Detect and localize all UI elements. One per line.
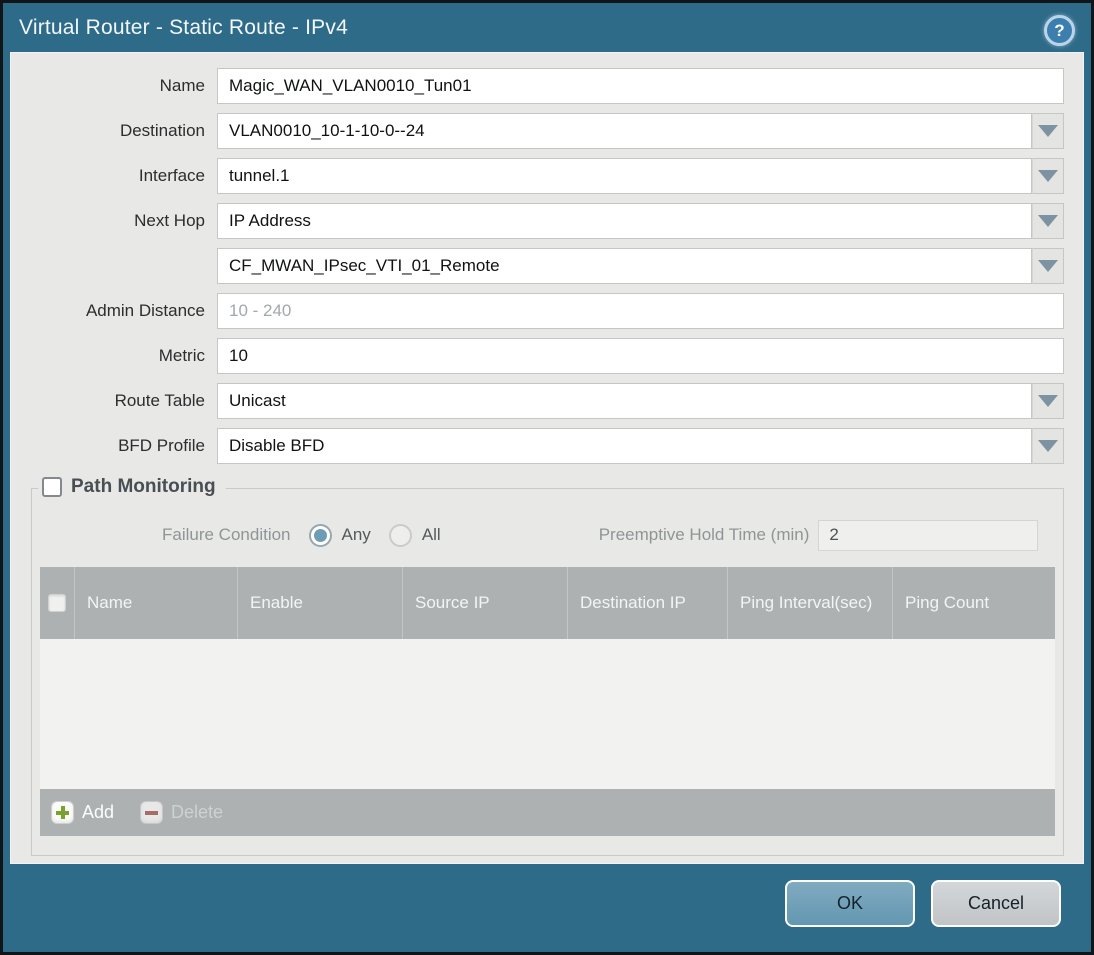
chevron-down-icon bbox=[1038, 260, 1058, 272]
name-input[interactable] bbox=[217, 68, 1064, 104]
interface-field bbox=[217, 158, 1064, 194]
bfd-profile-dropdown-button[interactable] bbox=[1032, 428, 1064, 464]
column-header-ping-interval[interactable]: Ping Interval(sec) bbox=[727, 567, 892, 639]
path-monitoring-title: Path Monitoring bbox=[71, 476, 216, 497]
table-body-empty bbox=[40, 639, 1055, 789]
admin-distance-label: Admin Distance bbox=[85, 301, 205, 320]
dialog-frame: Virtual Router - Static Route - IPv4 ? N… bbox=[3, 3, 1091, 952]
failure-condition-row: Failure Condition Any All Preemptive Hol… bbox=[40, 519, 1055, 551]
preemptive-hold-time-input[interactable] bbox=[818, 519, 1039, 551]
add-button[interactable]: Add bbox=[51, 801, 114, 824]
form-row-next-hop: Next Hop bbox=[11, 203, 1064, 239]
plus-icon bbox=[51, 801, 74, 824]
chevron-down-icon bbox=[1038, 125, 1058, 137]
delete-button[interactable]: Delete bbox=[140, 801, 223, 824]
metric-label: Metric bbox=[158, 346, 205, 365]
destination-dropdown-button[interactable] bbox=[1032, 113, 1064, 149]
titlebar: Virtual Router - Static Route - IPv4 ? bbox=[3, 3, 1091, 52]
route-table-label: Route Table bbox=[114, 391, 205, 410]
name-field bbox=[217, 68, 1064, 104]
form-row-interface: Interface bbox=[11, 158, 1064, 194]
dialog-window: Virtual Router - Static Route - IPv4 ? N… bbox=[0, 0, 1094, 955]
failure-condition-all-radio[interactable] bbox=[388, 523, 412, 547]
path-monitoring-legend: Path Monitoring bbox=[38, 476, 226, 498]
add-button-label: Add bbox=[82, 802, 115, 822]
form-row-metric: Metric bbox=[11, 338, 1064, 374]
bfd-profile-field bbox=[217, 428, 1064, 464]
chevron-down-icon bbox=[1038, 395, 1058, 407]
dialog-title: Virtual Router - Static Route - IPv4 bbox=[19, 15, 348, 39]
next-hop-address-field bbox=[217, 248, 1064, 284]
name-label: Name bbox=[159, 76, 205, 95]
column-header-ping-count[interactable]: Ping Count bbox=[892, 567, 1055, 639]
column-header-name[interactable]: Name bbox=[74, 567, 237, 639]
help-icon[interactable]: ? bbox=[1044, 15, 1075, 46]
cancel-button[interactable]: Cancel bbox=[931, 880, 1061, 927]
form-row-name: Name bbox=[11, 68, 1064, 104]
metric-input[interactable] bbox=[217, 338, 1064, 374]
delete-button-label: Delete bbox=[171, 802, 224, 822]
interface-label: Interface bbox=[138, 166, 205, 185]
table-toolbar: Add Delete bbox=[40, 789, 1055, 836]
ok-button[interactable]: OK bbox=[785, 880, 915, 927]
route-table-input[interactable] bbox=[217, 383, 1032, 419]
failure-condition-label: Failure Condition bbox=[162, 525, 291, 544]
preemptive-hold-time-label: Preemptive Hold Time (min) bbox=[598, 525, 810, 544]
metric-field bbox=[217, 338, 1064, 374]
next-hop-dropdown-button[interactable] bbox=[1032, 203, 1064, 239]
select-all-cell bbox=[40, 567, 74, 639]
form-row-destination: Destination bbox=[11, 113, 1064, 149]
select-all-checkbox[interactable] bbox=[48, 594, 66, 612]
path-monitoring-checkbox[interactable] bbox=[42, 477, 62, 497]
path-monitoring-table: Name Enable Source IP Destination IP Pin… bbox=[40, 567, 1055, 836]
next-hop-field bbox=[217, 203, 1064, 239]
form-row-route-table: Route Table bbox=[11, 383, 1064, 419]
form-row-admin-distance: Admin Distance bbox=[11, 293, 1064, 329]
chevron-down-icon bbox=[1038, 215, 1058, 227]
route-table-field bbox=[217, 383, 1064, 419]
column-header-source-ip[interactable]: Source IP bbox=[402, 567, 567, 639]
destination-field bbox=[217, 113, 1064, 149]
interface-dropdown-button[interactable] bbox=[1032, 158, 1064, 194]
admin-distance-field bbox=[217, 293, 1064, 329]
interface-input[interactable] bbox=[217, 158, 1032, 194]
column-header-destination-ip[interactable]: Destination IP bbox=[567, 567, 727, 639]
route-table-dropdown-button[interactable] bbox=[1032, 383, 1064, 419]
any-radio-label: Any bbox=[341, 525, 371, 544]
failure-condition-any-radio[interactable] bbox=[308, 523, 332, 547]
table-header-row: Name Enable Source IP Destination IP Pin… bbox=[40, 567, 1055, 639]
next-hop-label: Next Hop bbox=[134, 211, 205, 230]
content-panel: Name Destination Interface bbox=[10, 52, 1084, 864]
destination-label: Destination bbox=[119, 121, 205, 140]
all-radio-label: All bbox=[421, 525, 441, 544]
minus-icon bbox=[140, 801, 164, 824]
next-hop-address-input[interactable] bbox=[217, 248, 1032, 284]
column-header-enable[interactable]: Enable bbox=[237, 567, 402, 639]
path-monitoring-section: Path Monitoring Failure Condition Any Al… bbox=[31, 476, 1064, 856]
next-hop-address-dropdown-button[interactable] bbox=[1032, 248, 1064, 284]
form-row-bfd-profile: BFD Profile bbox=[11, 428, 1064, 464]
admin-distance-input[interactable] bbox=[217, 293, 1064, 329]
chevron-down-icon bbox=[1038, 170, 1058, 182]
destination-input[interactable] bbox=[217, 113, 1032, 149]
chevron-down-icon bbox=[1038, 440, 1058, 452]
bfd-profile-input[interactable] bbox=[217, 428, 1032, 464]
bfd-profile-label: BFD Profile bbox=[118, 436, 205, 455]
next-hop-type-input[interactable] bbox=[217, 203, 1032, 239]
form-row-next-hop-address bbox=[11, 248, 1064, 284]
